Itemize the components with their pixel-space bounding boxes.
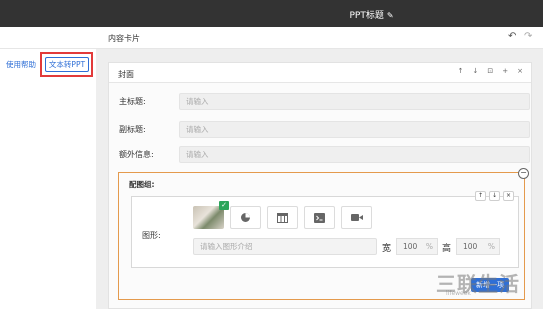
width-label: 宽 [382,244,392,254]
subtitle-label: 副标题: [119,125,146,134]
sub-bar: 内容卡片 ↶ ↷ [0,27,543,49]
main-title-input[interactable]: 请输入 [179,93,530,110]
shape-intro-input[interactable]: 请输入图形介绍 [193,238,377,255]
extra-info-input[interactable]: 请输入 [179,146,530,163]
width-percent: % [425,242,433,251]
shape-label: 图形: [142,231,161,240]
close-icon[interactable]: × [517,67,523,75]
ppt-title[interactable]: PPT标题 ✎ [0,8,543,21]
terminal-icon [314,212,325,223]
card-title: 封面 [118,70,134,79]
card-tools: ↑ ↓ ⊡ + × [458,67,523,75]
image-group-title: 配图组: [129,180,155,189]
checkmark-icon: ✓ [219,201,229,210]
height-percent: % [487,242,495,251]
code-type-option[interactable] [304,206,335,229]
subtitle-input[interactable]: 请输入 [179,121,530,138]
item-up-icon[interactable]: ↑ [475,191,486,201]
pie-chart-icon [241,213,250,222]
image-group-item: ↑ ↓ × 图形: ✓ 请输入图形介绍 宽 100 % 高 100 % [131,191,519,268]
ppt-title-text[interactable]: PPT标题 [349,11,383,21]
table-icon [277,212,288,223]
item-down-icon[interactable]: ↓ [489,191,500,201]
extra-info-label: 额外信息: [119,150,154,159]
help-link[interactable]: 使用帮助 [6,59,36,70]
top-bar: PPT标题 ✎ [0,0,543,27]
card-header: 封面 ↑ ↓ ⊡ + × [109,63,531,83]
item-remove-icon[interactable]: × [503,191,514,201]
content-card-label: 内容卡片 [108,34,140,43]
video-icon [350,214,363,221]
video-type-option[interactable] [341,206,372,229]
move-up-icon[interactable]: ↑ [458,67,464,75]
width-input[interactable]: 100 % [396,238,438,255]
redo-icon[interactable]: ↷ [524,31,532,42]
move-down-icon[interactable]: ↓ [473,67,479,75]
text-to-ppt-button[interactable]: 文本转PPT [45,57,89,72]
width-value: 100 [403,242,418,251]
watermark-subtext: lifeweek [446,290,471,297]
copy-icon[interactable]: ⊡ [487,67,493,75]
item-tools: ↑ ↓ × [475,191,514,201]
shape-type-picker: ✓ [193,201,372,229]
undo-icon[interactable]: ↶ [508,31,516,42]
pie-chart-type-option[interactable] [230,206,261,229]
collapse-icon[interactable]: − [518,168,529,179]
add-icon[interactable]: + [502,67,508,75]
left-panel: 使用帮助 文本转PPT [0,49,96,309]
height-value: 100 [463,242,478,251]
height-label: 高 [442,244,452,254]
table-type-option[interactable] [267,206,298,229]
height-input[interactable]: 100 % [456,238,500,255]
main-title-label: 主标题: [119,97,146,106]
image-type-option[interactable]: ✓ [193,201,229,229]
pencil-icon[interactable]: ✎ [387,11,394,20]
